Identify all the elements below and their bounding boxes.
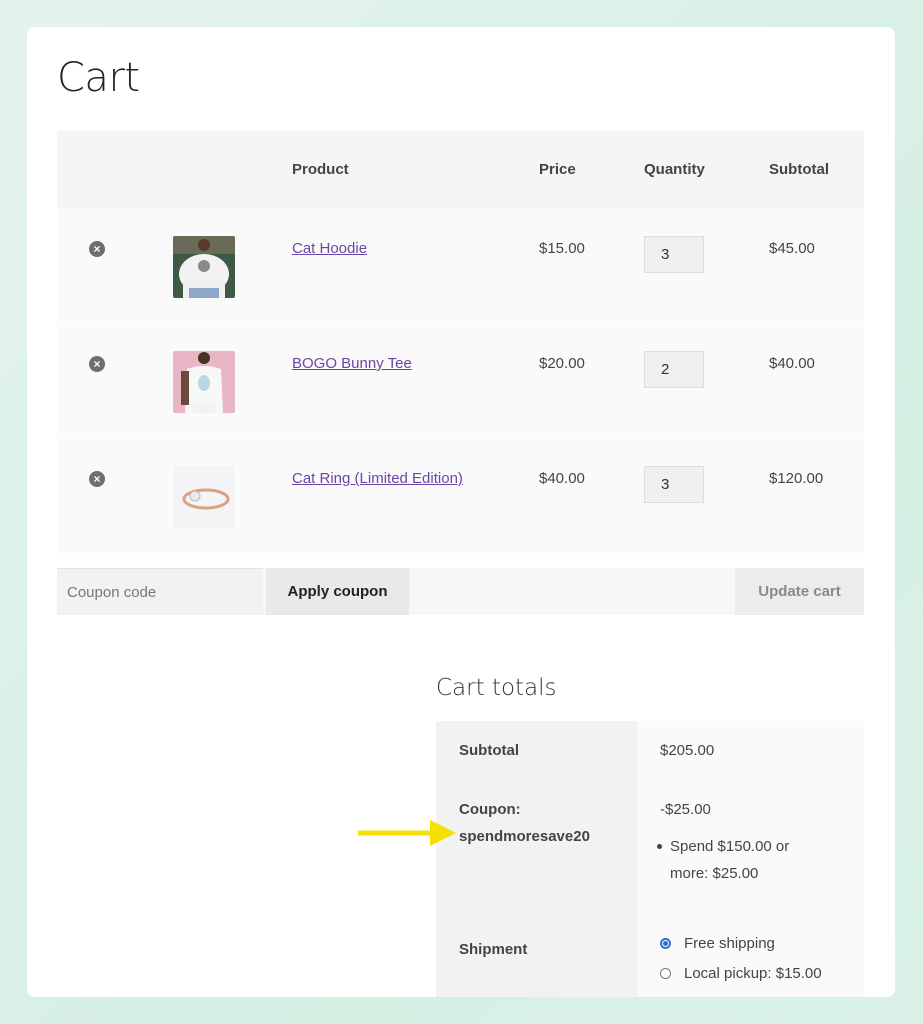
coupon-code: spendmoresave20 <box>459 828 590 845</box>
cart-actions: Apply coupon Update cart <box>57 568 864 615</box>
product-thumbnail-bogo-bunny-tee[interactable] <box>173 351 235 413</box>
subtotal-value: $205.00 <box>637 721 864 780</box>
table-row: × BOGO Bunny Tee $20.00 $40.00 <box>57 323 864 438</box>
totals-subtotal-row: Subtotal $205.00 <box>436 721 864 780</box>
product-price: $15.00 <box>539 240 585 257</box>
coupon-code-input[interactable] <box>57 568 263 615</box>
product-link[interactable]: Cat Ring (Limited Edition) <box>292 470 463 487</box>
header-price: Price <box>539 161 576 178</box>
header-subtotal: Subtotal <box>769 161 829 178</box>
cart-totals-title: Cart totals <box>436 675 557 701</box>
radio-selected-icon[interactable] <box>660 937 671 949</box>
coupon-label: Coupon: <box>459 801 521 818</box>
coupon-discount: -$25.00 <box>660 801 711 818</box>
radio-unselected-icon[interactable] <box>660 967 671 979</box>
remove-item-icon[interactable]: × <box>89 471 105 487</box>
product-price: $20.00 <box>539 355 585 372</box>
table-row: × Cat Hoodie $15.00 $45.00 <box>57 209 864 323</box>
product-subtotal: $45.00 <box>769 240 815 257</box>
shipping-option-free[interactable]: Free shipping <box>660 928 864 958</box>
table-row: × Cat Ring (Limited Edition) $40.00 $120… <box>57 438 864 553</box>
remove-item-icon[interactable]: × <box>89 356 105 372</box>
product-thumbnail-cat-ring[interactable] <box>173 466 235 528</box>
shipping-option-local-pickup[interactable]: Local pickup: $15.00 <box>660 958 864 988</box>
shipping-option-label: Local pickup: $15.00 <box>684 964 822 982</box>
apply-coupon-button[interactable]: Apply coupon <box>266 568 409 615</box>
shipping-option-label: Free shipping <box>684 934 775 952</box>
coupon-note: Spend $150.00 or more: $25.00 <box>657 833 864 887</box>
quantity-input[interactable] <box>644 466 704 503</box>
cart-table: Product Price Quantity Subtotal × Cat Ho… <box>57 131 864 553</box>
product-link[interactable]: BOGO Bunny Tee <box>292 355 412 372</box>
quantity-input[interactable] <box>644 236 704 273</box>
coupon-label-cell: Coupon: spendmoresave20 <box>436 780 637 914</box>
header-quantity: Quantity <box>644 161 705 178</box>
totals-shipment-row: Shipment Free shipping Local pickup: $15… <box>436 914 864 997</box>
shipping-options: Free shipping Local pickup: $15.00 <box>637 914 864 997</box>
coupon-value-cell: -$25.00 Spend $150.00 or more: $25.00 <box>637 780 864 914</box>
product-thumbnail-cat-hoodie[interactable] <box>173 236 235 298</box>
page-title: Cart <box>57 55 140 101</box>
coupon-note-text: Spend $150.00 or more: $25.00 <box>670 838 790 882</box>
update-cart-button[interactable]: Update cart <box>735 568 864 615</box>
quantity-input[interactable] <box>644 351 704 388</box>
product-link[interactable]: Cat Hoodie <box>292 240 367 257</box>
shipment-label: Shipment <box>436 914 637 997</box>
cart-totals-table: Subtotal $205.00 Coupon: spendmoresave20… <box>436 721 864 997</box>
table-header: Product Price Quantity Subtotal <box>57 131 864 209</box>
totals-coupon-row: Coupon: spendmoresave20 -$25.00 Spend $1… <box>436 780 864 914</box>
product-price: $40.00 <box>539 470 585 487</box>
subtotal-label: Subtotal <box>436 721 637 780</box>
bullet-icon <box>657 844 662 849</box>
cart-card: Cart Product Price Quantity Subtotal × C… <box>27 27 895 997</box>
annotation-arrow-icon <box>358 820 456 846</box>
product-subtotal: $40.00 <box>769 355 815 372</box>
header-product: Product <box>292 161 349 178</box>
product-subtotal: $120.00 <box>769 470 824 487</box>
remove-item-icon[interactable]: × <box>89 241 105 257</box>
